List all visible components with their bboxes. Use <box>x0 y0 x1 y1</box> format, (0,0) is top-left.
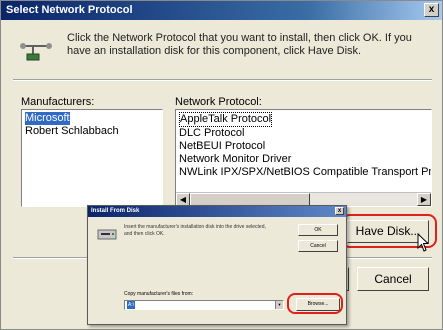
list-item[interactable]: NWLink IPX/SPX/NetBIOS Compatible Transp… <box>176 166 431 179</box>
install-from-disk-cancel-button[interactable]: Cancel <box>298 240 338 252</box>
select-network-protocol-dialog: Select Network Protocol x Click the Netw… <box>0 0 443 330</box>
list-item[interactable]: Robert Schlabbach <box>25 125 159 138</box>
protocol-item-network-monitor[interactable]: Network Monitor Driver <box>179 153 291 165</box>
install-from-disk-title-bar: Install From Disk x <box>88 206 346 217</box>
disk-drive-icon <box>97 229 117 240</box>
list-item[interactable]: DLC Protocol <box>176 127 431 140</box>
manufacturer-item-microsoft[interactable]: Microsoft <box>25 112 70 125</box>
chevron-down-icon[interactable]: ▼ <box>275 301 283 309</box>
list-item[interactable]: Microsoft <box>25 112 159 125</box>
mouse-pointer-icon <box>417 233 430 252</box>
close-button[interactable]: x <box>424 3 439 17</box>
protocol-item-appletalk[interactable]: AppleTalk Protocol <box>180 113 271 125</box>
install-from-disk-instructions: Insert the manufacturer's installation d… <box>124 224 266 237</box>
title-bar: Select Network Protocol x <box>1 1 442 20</box>
copy-files-from-combobox[interactable]: A:\ ▼ <box>124 300 284 310</box>
list-item[interactable]: NetBEUI Protocol <box>176 140 431 153</box>
install-from-disk-ok-button[interactable]: OK <box>298 224 338 236</box>
protocol-item-netbeui[interactable]: NetBEUI Protocol <box>179 140 265 152</box>
network-protocol-label: Network Protocol: <box>175 96 262 108</box>
install-from-disk-title: Install From Disk <box>91 208 140 214</box>
network-protocol-list[interactable]: AppleTalk Protocol DLC Protocol NetBEUI … <box>175 109 432 207</box>
protocol-item-dlc[interactable]: DLC Protocol <box>179 127 244 139</box>
cancel-button[interactable]: Cancel <box>357 267 429 291</box>
install-from-disk-close-button[interactable]: x <box>335 207 344 215</box>
copy-files-from-label: Copy manufacturer's files from: <box>124 291 194 297</box>
network-protocol-icon <box>20 43 52 61</box>
browse-highlight <box>287 293 343 314</box>
list-item[interactable]: AppleTalk Protocol <box>176 112 431 127</box>
list-item[interactable]: Network Monitor Driver <box>176 153 431 166</box>
scroll-right-arrow-icon[interactable]: ▶ <box>417 193 431 206</box>
copy-files-from-value[interactable]: A:\ <box>127 301 136 309</box>
protocol-item-nwlink[interactable]: NWLink IPX/SPX/NetBIOS Compatible Transp… <box>179 166 431 178</box>
horizontal-scrollbar[interactable]: ◀ ▶ <box>176 192 431 206</box>
instructions-text: Click the Network Protocol that you want… <box>67 32 412 57</box>
separator <box>13 79 432 81</box>
manufacturer-item-robert-schlabbach[interactable]: Robert Schlabbach <box>25 125 119 137</box>
manufacturers-list[interactable]: Microsoft Robert Schlabbach <box>21 109 163 207</box>
manufacturers-label: Manufacturers: <box>21 96 95 108</box>
window-title: Select Network Protocol <box>6 4 133 16</box>
